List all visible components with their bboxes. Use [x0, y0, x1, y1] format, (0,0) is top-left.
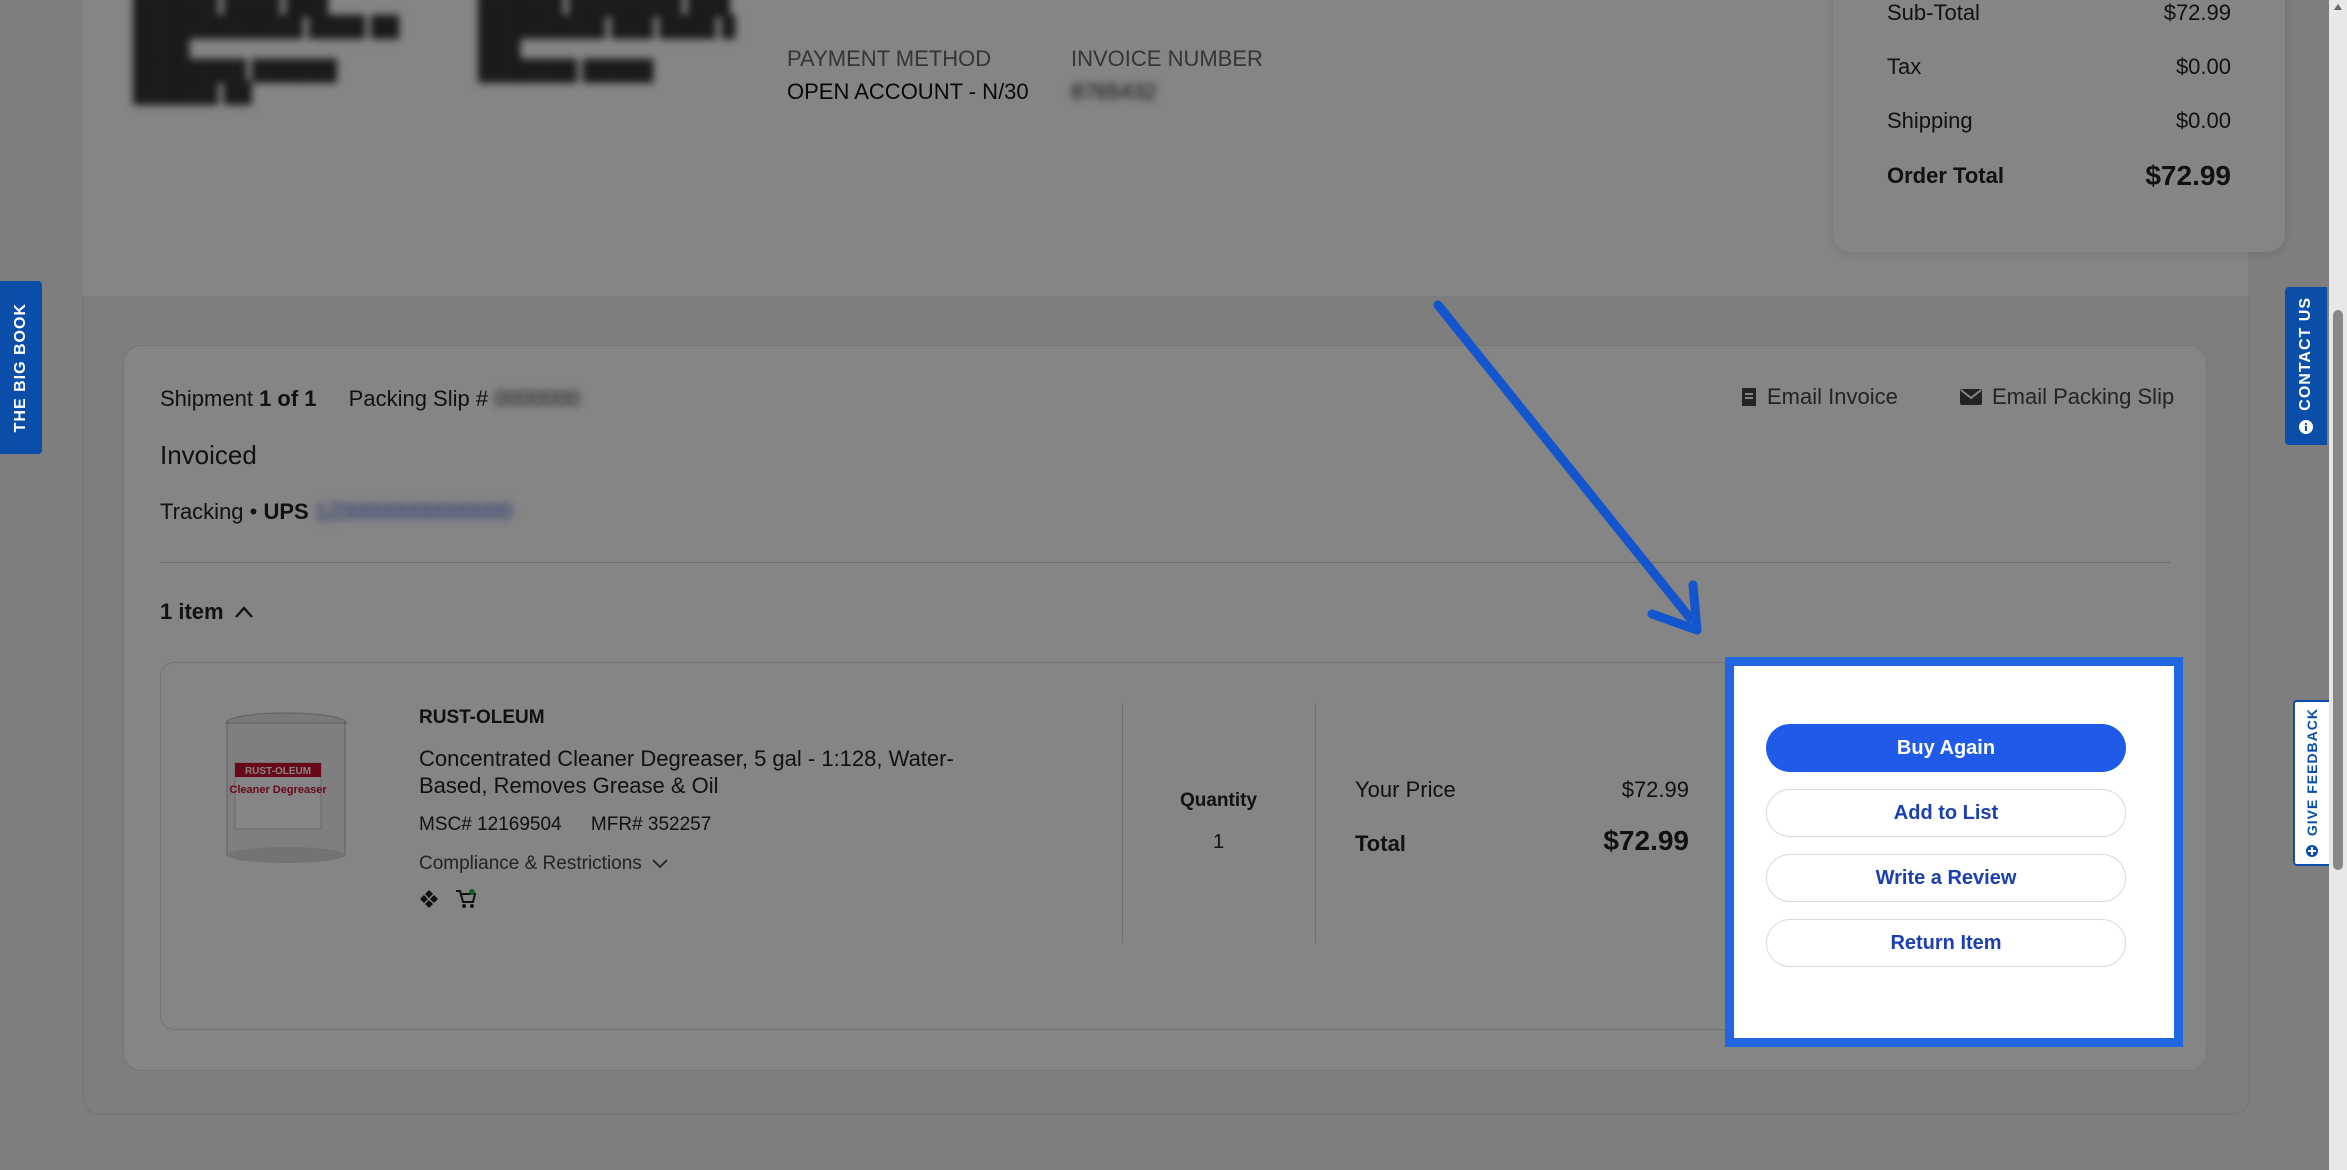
contact-us-tab[interactable]: CONTACT US	[2285, 287, 2327, 445]
big-book-tab[interactable]: THE BIG BOOK	[0, 281, 42, 454]
scrollbar-thumb[interactable]	[2333, 310, 2343, 870]
contact-us-label: CONTACT US	[2297, 297, 2314, 411]
callout-arrow	[1433, 300, 1702, 635]
give-feedback-label: GIVE FEEDBACK	[2304, 707, 2320, 837]
info-icon	[2299, 419, 2313, 434]
plus-circle-icon	[2306, 845, 2318, 858]
big-book-label: THE BIG BOOK	[12, 302, 29, 433]
scroll-up-icon[interactable]	[2329, 0, 2347, 14]
give-feedback-tab[interactable]: GIVE FEEDBACK	[2293, 700, 2329, 866]
